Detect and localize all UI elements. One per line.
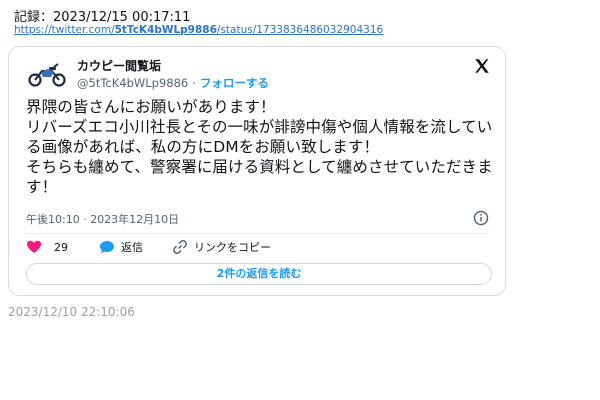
reply-label: 返信 — [121, 241, 143, 254]
reply-button[interactable]: 返信 — [99, 239, 143, 255]
status-link-suffix: /status/1733836486032904316 — [216, 24, 384, 36]
read-replies-button[interactable]: 2件の返信を読む — [26, 263, 492, 285]
author-handle[interactable]: @5tTcK4bWLp9886 — [77, 76, 188, 90]
footer-timestamp: 2023/12/10 22:10:06 — [8, 305, 135, 319]
like-count: 29 — [54, 240, 68, 254]
follow-button[interactable]: フォローする — [200, 76, 269, 90]
heart-icon — [27, 240, 41, 253]
tweet-text: 界隈の皆さんにお願いがあります！ リバーズエコ小川社長とその一味が誹謗中傷や個人… — [26, 98, 493, 196]
handle-row: @5tTcK4bWLp9886 · フォローする — [77, 75, 269, 91]
tweet-card: カウピー閲覧垢 @5tTcK4bWLp9886 · フォローする 界隈の皆さんにお願… — [8, 46, 506, 296]
tweet-timestamp[interactable]: 午後10:10 · 2023年12月10日 — [26, 211, 179, 227]
motorbike-avatar-icon[interactable] — [27, 61, 67, 87]
status-link-prefix: https://twitter.com/ — [14, 24, 115, 36]
status-link-handle: 5tTcK4bWLp9886 — [114, 24, 217, 36]
copy-link-button[interactable]: リンクをコピー — [172, 239, 271, 255]
link-icon — [173, 240, 187, 254]
like-button[interactable]: 29 — [26, 239, 68, 255]
separator-dot: · — [192, 76, 196, 90]
reply-bubble-icon — [100, 241, 114, 254]
author-name[interactable]: カウピー閲覧垢 — [77, 57, 161, 74]
record-timestamp: 記録：2023/12/15 00:17:11 — [14, 10, 191, 25]
info-icon[interactable] — [473, 210, 489, 226]
copy-link-label: リンクをコピー — [194, 241, 271, 254]
x-logo-icon[interactable] — [473, 57, 491, 75]
divider — [26, 233, 488, 234]
status-link[interactable]: https://twitter.com/5tTcK4bWLp9886/statu… — [14, 24, 383, 36]
